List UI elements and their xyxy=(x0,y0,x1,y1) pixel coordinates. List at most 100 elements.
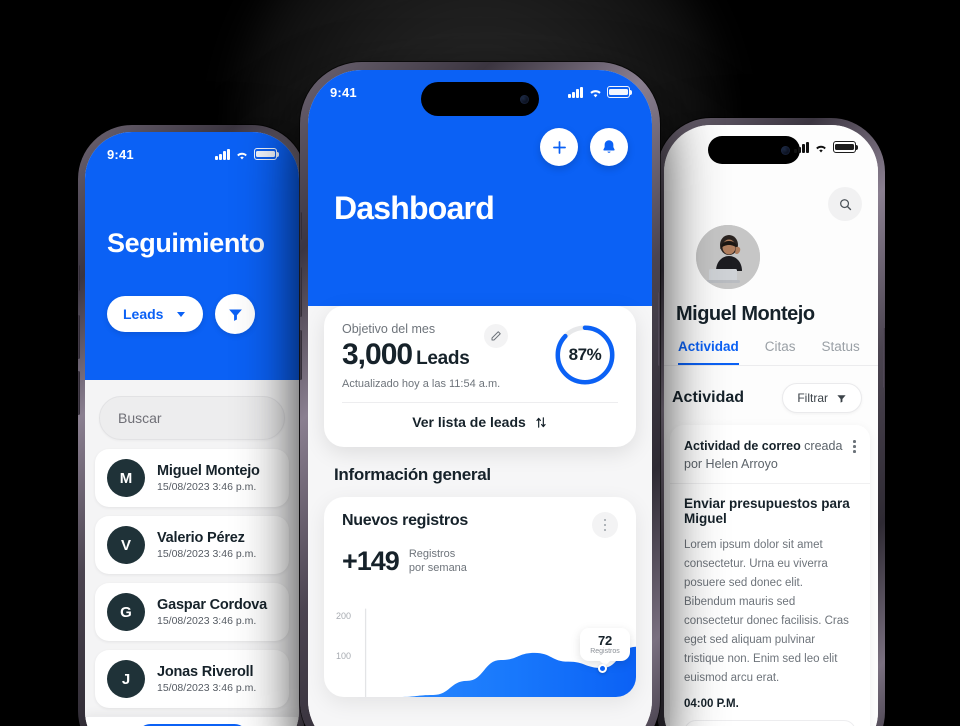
activity-time: 04:00 P.M. xyxy=(684,698,739,710)
chart-tooltip: 72 Registros xyxy=(580,628,630,667)
avatar: J xyxy=(107,660,145,698)
activity-card-header: Actividad de correo creada por Helen Arr… xyxy=(670,425,870,485)
section-title: Información general xyxy=(334,465,491,484)
sort-arrows-icon xyxy=(536,416,546,428)
tab-actividad[interactable]: Actividad xyxy=(678,339,739,365)
lead-date: 15/08/2023 3:46 p.m. xyxy=(157,682,257,694)
assigned-box: Asignado para Helen Arroyo xyxy=(684,720,856,726)
left-content: Buscar M Miguel Montejo 15/08/2023 3:46 … xyxy=(85,380,299,726)
wifi-icon xyxy=(814,142,828,153)
chevron-down-icon xyxy=(177,311,186,317)
avatar: G xyxy=(107,593,145,631)
chart-data-point xyxy=(597,663,607,673)
filter-funnel-icon xyxy=(837,394,846,403)
screenshot-stage: 9:41 Seguimiento Leads Buscar M Miguel M… xyxy=(0,0,960,726)
goal-unit: Leads xyxy=(416,348,470,369)
battery-icon xyxy=(833,141,859,153)
pencil-icon xyxy=(491,331,501,341)
phone-center-volume-up[interactable] xyxy=(300,267,302,317)
tab-status[interactable]: Status xyxy=(822,339,860,365)
phone-right-power-button[interactable] xyxy=(883,328,885,388)
wifi-icon xyxy=(588,87,602,98)
left-status-bar: 9:41 xyxy=(85,132,299,176)
phone-center-dashboard: 9:41 Dashboard Objetivo del mes 3,000 Le… xyxy=(300,62,660,726)
kebab-menu-icon[interactable] xyxy=(592,512,618,538)
registros-sub-2: por semana xyxy=(408,561,467,574)
registros-title: Nuevos registros xyxy=(342,512,468,529)
phone-center-screen: 9:41 Dashboard Objetivo del mes 3,000 Le… xyxy=(308,70,652,726)
filter-button[interactable]: Filtrar xyxy=(782,383,862,413)
phone-left-seguimiento: 9:41 Seguimiento Leads Buscar M Miguel M… xyxy=(78,125,306,726)
center-status-time: 9:41 xyxy=(330,84,357,100)
tab-citas[interactable]: Citas xyxy=(765,339,796,365)
right-status-bar xyxy=(664,125,878,169)
goal-updated: Actualizado hoy a las 11:54 a.m. xyxy=(342,378,501,390)
center-header-actions xyxy=(540,128,628,166)
left-tab-bar: Seguimiento xyxy=(85,716,299,726)
activity-header-rest: creada xyxy=(800,439,843,453)
search-button[interactable] xyxy=(828,187,862,221)
registros-chart: 200 100 72 Registros xyxy=(324,603,636,697)
leads-dropdown-label: Leads xyxy=(123,306,164,322)
page-title: Dashboard xyxy=(334,190,495,226)
chart-tooltip-label: Registros xyxy=(590,648,620,656)
phone-right-screen: Miguel Montejo Actividad Citas Status Ac… xyxy=(664,125,878,726)
cellular-bars-icon xyxy=(568,86,583,98)
left-status-time: 9:41 xyxy=(107,146,134,162)
lead-date: 15/08/2023 3:46 p.m. xyxy=(157,548,257,560)
phone-left-mute-switch[interactable] xyxy=(78,265,80,291)
registros-value: +149 xyxy=(342,546,400,576)
cellular-bars-icon xyxy=(215,148,230,160)
avatar xyxy=(696,225,760,289)
activity-card[interactable]: Actividad de correo creada por Helen Arr… xyxy=(670,425,870,726)
lead-name: Miguel Montejo xyxy=(157,463,260,479)
goal-card: Objetivo del mes 3,000 Leads Actualizado… xyxy=(324,306,636,447)
phone-center-power-button[interactable] xyxy=(658,292,660,366)
phone-left-volume-down[interactable] xyxy=(78,371,80,415)
phone-center-mute-switch[interactable] xyxy=(300,212,302,240)
filter-button-label: Filtrar xyxy=(797,391,828,405)
view-leads-label: Ver lista de leads xyxy=(412,414,526,430)
avatar: M xyxy=(107,459,145,497)
add-button[interactable] xyxy=(540,128,578,166)
goal-progress-label: 87% xyxy=(568,345,602,364)
list-item[interactable]: M Miguel Montejo 15/08/2023 3:46 p.m. xyxy=(95,449,289,507)
filter-button[interactable] xyxy=(215,294,255,334)
view-leads-button[interactable]: Ver lista de leads xyxy=(342,403,618,439)
registros-card: Nuevos registros +149 Registros por sema… xyxy=(324,497,636,697)
leads-dropdown[interactable]: Leads xyxy=(107,296,203,332)
search-icon xyxy=(839,198,851,210)
lead-date: 15/08/2023 3:46 p.m. xyxy=(157,481,257,493)
avatar: V xyxy=(107,526,145,564)
list-item[interactable]: G Gaspar Cordova 15/08/2023 3:46 p.m. xyxy=(95,583,289,641)
notifications-button[interactable] xyxy=(590,128,628,166)
activity-header-strong: Actividad de correo xyxy=(684,439,801,453)
registros-sub-1: Registros xyxy=(408,547,456,560)
list-item[interactable]: V Valerio Pérez 15/08/2023 3:46 p.m. xyxy=(95,516,289,574)
activity-header-line2: por Helen Arroyo xyxy=(684,457,778,472)
search-input[interactable]: Buscar xyxy=(99,396,285,440)
filter-funnel-icon xyxy=(228,309,242,321)
lead-name: Jonas Riveroll xyxy=(157,664,254,680)
user-photo xyxy=(696,225,760,289)
phone-center-volume-down[interactable] xyxy=(300,330,302,380)
chart-tooltip-value: 72 xyxy=(598,633,612,649)
cellular-bars-icon xyxy=(794,141,809,153)
left-filter-row: Leads xyxy=(107,294,255,334)
left-page-title: Seguimiento xyxy=(107,228,265,258)
lead-name: Valerio Pérez xyxy=(157,530,245,546)
right-content: Miguel Montejo Actividad Citas Status Ac… xyxy=(664,125,878,726)
lead-name: Gaspar Cordova xyxy=(157,597,268,613)
bell-icon xyxy=(603,140,615,153)
edit-goal-button[interactable] xyxy=(483,324,508,348)
goal-value: 3,000 xyxy=(342,338,413,371)
phone-left-volume-up[interactable] xyxy=(78,315,80,359)
section-title: Actividad xyxy=(672,389,745,406)
activity-subject: Enviar presupuestos para Miguel xyxy=(684,496,850,527)
activity-body: Lorem ipsum dolor sit amet consectetur. … xyxy=(684,539,849,685)
center-status-bar: 9:41 xyxy=(308,70,652,114)
kebab-menu-icon[interactable] xyxy=(853,437,856,453)
goal-progress-ring: 87% xyxy=(552,322,618,388)
list-item[interactable]: J Jonas Riveroll 15/08/2023 3:46 p.m. xyxy=(95,650,289,708)
plus-icon xyxy=(552,140,566,154)
